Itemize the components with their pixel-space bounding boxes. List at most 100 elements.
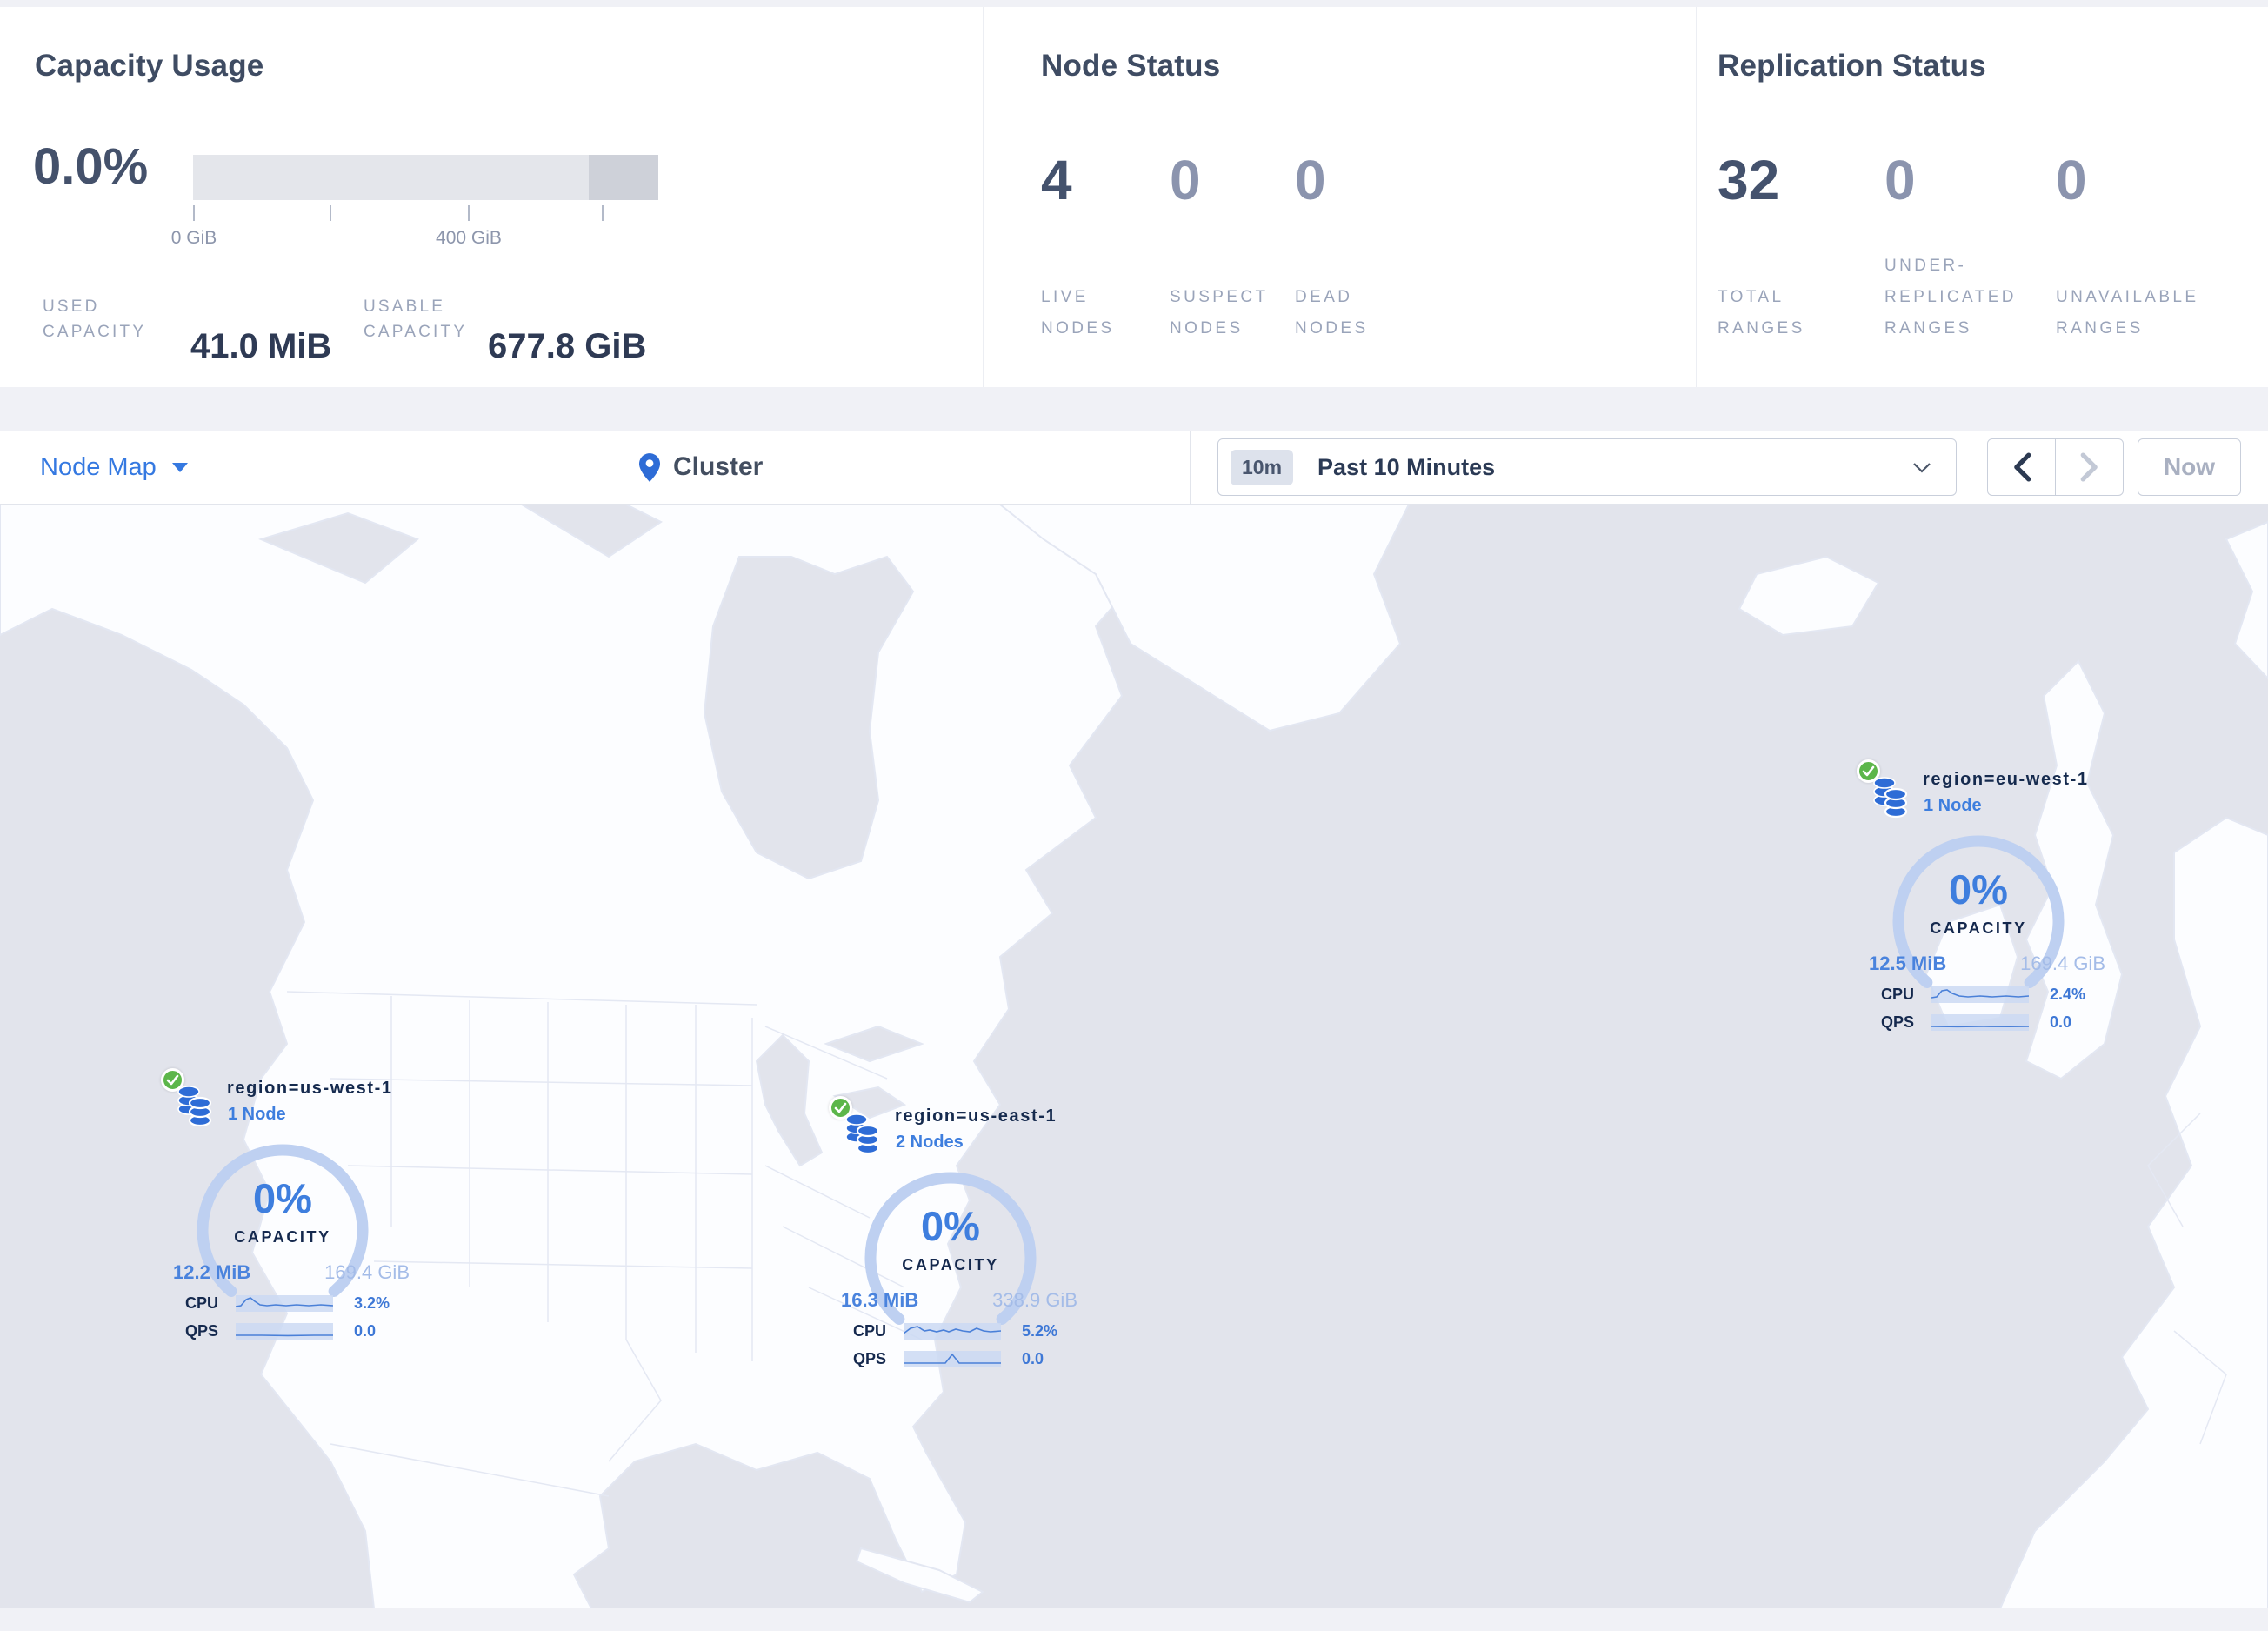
- region-marker-us-west-1: region=us-west-1 1 Node 0% CAPACITY 12.2…: [161, 1068, 422, 1355]
- database-stack-icon: [845, 1113, 880, 1155]
- time-forward-button[interactable]: [2055, 439, 2123, 495]
- capacity-bar-nonusable-segment: [589, 155, 658, 200]
- region-cpu-row: CPU 3.2%: [185, 1294, 390, 1313]
- live-nodes-value: 4: [1041, 149, 1072, 211]
- qps-value: 0.0: [1022, 1350, 1044, 1367]
- cpu-value: 3.2%: [354, 1294, 390, 1312]
- usable-capacity-label: USABLE CAPACITY: [364, 297, 468, 341]
- under-replicated-value: 0: [1884, 149, 1916, 211]
- qps-value: 0.0: [354, 1322, 377, 1340]
- dead-nodes-value: 0: [1295, 149, 1326, 211]
- time-range-badge: 10m: [1231, 449, 1294, 485]
- region-capacity-label: CAPACITY: [902, 1256, 999, 1273]
- node-status-title: Node Status: [1041, 49, 1221, 83]
- view-selector-dropdown[interactable]: Node Map: [40, 431, 188, 504]
- node-status-panel: Node Status 4 0 0 LIVE NODES SUSPECT NODES…: [983, 7, 1696, 387]
- cpu-sparkline: [904, 1323, 1001, 1340]
- total-ranges-label: TOTAL RANGES: [1718, 288, 1805, 338]
- qps-label: QPS: [185, 1322, 219, 1340]
- region-nodes-link[interactable]: 2 Nodes: [896, 1133, 964, 1153]
- time-range-dropdown[interactable]: 10m Past 10 Minutes: [1217, 438, 1957, 496]
- region-usable-capacity: 338.9 GiB: [992, 1289, 1077, 1311]
- suspect-nodes-value: 0: [1170, 149, 1201, 211]
- cluster-summary-bar: Capacity Usage 0.0% 0 GiB 400 GiB USED CA…: [0, 7, 2268, 387]
- chevron-down-icon: [1913, 462, 1931, 473]
- qps-sparkline: [904, 1351, 1001, 1367]
- cpu-value: 2.4%: [2050, 986, 2086, 1003]
- region-capacity-values: 12.2 MiB 169.4 GiB: [173, 1261, 410, 1284]
- axis-tick: [330, 205, 331, 221]
- toolbar-divider: [1190, 431, 1191, 504]
- replication-status-title: Replication Status: [1718, 49, 1986, 83]
- region-name: region=us-east-1: [895, 1106, 1057, 1126]
- capacity-usage-panel: Capacity Usage 0.0% 0 GiB 400 GiB USED CA…: [0, 7, 983, 387]
- region-marker-eu-west-1: region=eu-west-1 1 Node 0% CAPACITY 12.5…: [1857, 759, 2118, 1046]
- cpu-sparkline: [236, 1295, 333, 1312]
- region-capacity-percent: 0%: [1949, 866, 2008, 912]
- region-capacity-values: 12.5 MiB 169.4 GiB: [1869, 953, 2105, 975]
- unavailable-ranges-label: UNAVAILABLE RANGES: [2056, 288, 2199, 338]
- usable-capacity-value: 677.8 GiB: [488, 327, 647, 365]
- chevron-right-icon: [2080, 452, 2098, 482]
- region-capacity-percent: 0%: [921, 1203, 980, 1249]
- region-qps-row: QPS 0.0: [853, 1350, 1044, 1368]
- chevron-left-icon: [2013, 452, 2031, 482]
- chevron-down-icon: [171, 462, 188, 472]
- breadcrumb[interactable]: Cluster: [639, 431, 763, 504]
- time-step-control: [1987, 438, 2124, 496]
- time-range-label: Past 10 Minutes: [1317, 453, 1496, 480]
- time-back-button[interactable]: [1988, 439, 2055, 495]
- region-qps-row: QPS 0.0: [185, 1322, 376, 1340]
- region-name: region=eu-west-1: [1923, 770, 2089, 789]
- region-usable-capacity: 169.4 GiB: [324, 1261, 410, 1283]
- region-cpu-row: CPU 5.2%: [853, 1322, 1057, 1340]
- region-nodes-link[interactable]: 1 Node: [228, 1105, 286, 1125]
- view-selector-label: Node Map: [40, 452, 157, 481]
- axis-tick: [193, 205, 195, 221]
- region-used-capacity: 12.2 MiB: [173, 1261, 251, 1283]
- page-footer-strip: [0, 1608, 2268, 1631]
- database-stack-icon: [1873, 777, 1908, 819]
- region-used-capacity: 16.3 MiB: [841, 1289, 919, 1311]
- map-pin-icon: [639, 452, 660, 482]
- cpu-label: CPU: [185, 1294, 219, 1312]
- total-ranges-value: 32: [1718, 149, 1780, 211]
- suspect-nodes-label: SUSPECT NODES: [1170, 288, 1269, 338]
- region-cpu-row: CPU 2.4%: [1881, 986, 2085, 1004]
- capacity-bar: [193, 155, 658, 200]
- under-replicated-label: UNDER- REPLICATED RANGES: [1884, 257, 2017, 338]
- region-capacity-values: 16.3 MiB 338.9 GiB: [841, 1289, 1077, 1312]
- qps-sparkline: [236, 1323, 333, 1340]
- cpu-label: CPU: [853, 1322, 887, 1340]
- region-name: region=us-west-1: [227, 1079, 393, 1098]
- used-capacity-value: 41.0 MiB: [190, 327, 332, 365]
- map-toolbar: Node Map Cluster 10m Past 10 Minutes Now: [0, 431, 2268, 505]
- region-nodes-link[interactable]: 1 Node: [1924, 796, 1982, 816]
- live-nodes-label: LIVE NODES: [1041, 288, 1115, 338]
- capacity-percent: 0.0%: [33, 138, 149, 195]
- axis-tick: [468, 205, 470, 221]
- node-map: region=us-west-1 1 Node 0% CAPACITY 12.2…: [0, 505, 2268, 1608]
- qps-sparkline: [1931, 1014, 2029, 1031]
- qps-label: QPS: [1881, 1013, 1915, 1031]
- cpu-value: 5.2%: [1022, 1322, 1058, 1340]
- region-capacity-percent: 0%: [253, 1175, 312, 1221]
- cpu-label: CPU: [1881, 986, 1915, 1003]
- cluster-overview-page: Capacity Usage 0.0% 0 GiB 400 GiB USED CA…: [0, 0, 2268, 1631]
- used-capacity-label: USED CAPACITY: [43, 297, 147, 341]
- axis-tick-label: 400 GiB: [436, 228, 502, 248]
- breadcrumb-label: Cluster: [673, 452, 764, 481]
- region-capacity-label: CAPACITY: [234, 1228, 331, 1246]
- region-marker-us-east-1: region=us-east-1 2 Nodes 0% CAPACITY 16.…: [829, 1096, 1090, 1383]
- axis-tick: [602, 205, 604, 221]
- qps-label: QPS: [853, 1350, 887, 1367]
- capacity-usage-title: Capacity Usage: [35, 49, 264, 83]
- replication-status-panel: Replication Status 32 0 0 TOTAL RANGES UN…: [1696, 7, 2268, 387]
- dead-nodes-label: DEAD NODES: [1295, 288, 1369, 338]
- database-stack-icon: [177, 1086, 212, 1127]
- now-button[interactable]: Now: [2138, 438, 2241, 496]
- region-usable-capacity: 169.4 GiB: [2020, 953, 2105, 974]
- region-capacity-label: CAPACITY: [1930, 919, 2027, 937]
- region-used-capacity: 12.5 MiB: [1869, 953, 1947, 974]
- world-map-graphic: [0, 505, 2268, 1608]
